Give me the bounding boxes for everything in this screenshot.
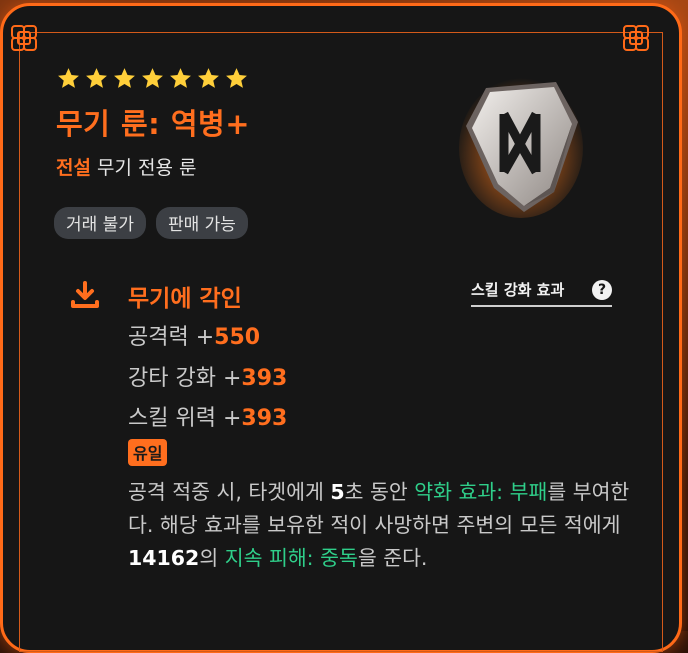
- effect-description: 공격 적중 시, 타겟에게 5초 동안 약화 효과: 부패를 부여한다. 해당 …: [128, 476, 648, 575]
- item-tags: 거래 불가 판매 가능: [54, 207, 248, 239]
- star-icon: [86, 68, 107, 88]
- rune-stone-icon: [459, 78, 583, 218]
- star-icon: [226, 68, 247, 88]
- stat-label: 스킬 위력 +: [128, 406, 242, 431]
- desc-text: 을 준다.: [357, 546, 428, 570]
- stat-smite-enhance: 강타 강화 +393: [128, 360, 287, 392]
- star-icon: [58, 68, 79, 88]
- stat-label: 공격력 +: [128, 325, 215, 350]
- item-grade: 전설: [56, 157, 91, 179]
- unique-badge: 유일: [128, 439, 168, 466]
- stat-label: 강타 강화 +: [128, 366, 242, 391]
- stat-value: 393: [241, 366, 288, 391]
- corner-ornament-right-icon: [623, 25, 649, 51]
- desc-text: 초 동안: [344, 480, 415, 504]
- stat-attack: 공격력 +550: [128, 319, 260, 351]
- star-icon: [142, 68, 163, 88]
- skill-enhance-effect-label: 스킬 강화 효과: [471, 281, 565, 299]
- desc-duration: 5: [330, 480, 345, 504]
- tag-sellable: 판매 가능: [155, 207, 248, 239]
- stat-value: 393: [241, 406, 288, 431]
- desc-debuff-effect: 약화 효과: 부패: [414, 480, 548, 504]
- tag-trade-restriction: 거래 불가: [54, 207, 146, 239]
- desc-damage: 14162: [128, 546, 200, 570]
- rarity-stars: [56, 66, 249, 91]
- star-icon: [198, 68, 219, 88]
- skill-enhance-effect-link[interactable]: 스킬 강화 효과 ?: [471, 279, 612, 307]
- desc-dot-effect: 지속 피해: 중독: [224, 546, 358, 570]
- desc-text: 공격 적중 시, 타겟에게: [128, 480, 331, 504]
- stat-value: 550: [214, 325, 261, 350]
- star-icon: [114, 68, 135, 88]
- desc-text: 의: [199, 546, 225, 570]
- star-icon: [170, 68, 191, 88]
- question-mark-icon[interactable]: ?: [592, 279, 612, 300]
- item-type: 무기 전용 룬: [96, 157, 197, 179]
- corner-ornament-left-icon: [11, 25, 37, 51]
- item-subtitle: 전설 무기 전용 룬: [56, 153, 196, 180]
- item-title: 무기 룬: 역병+: [56, 107, 250, 141]
- download-icon: [71, 281, 99, 308]
- stat-skill-power: 스킬 위력 +393: [128, 400, 287, 432]
- engrave-section-title: 무기에 각인: [128, 286, 242, 312]
